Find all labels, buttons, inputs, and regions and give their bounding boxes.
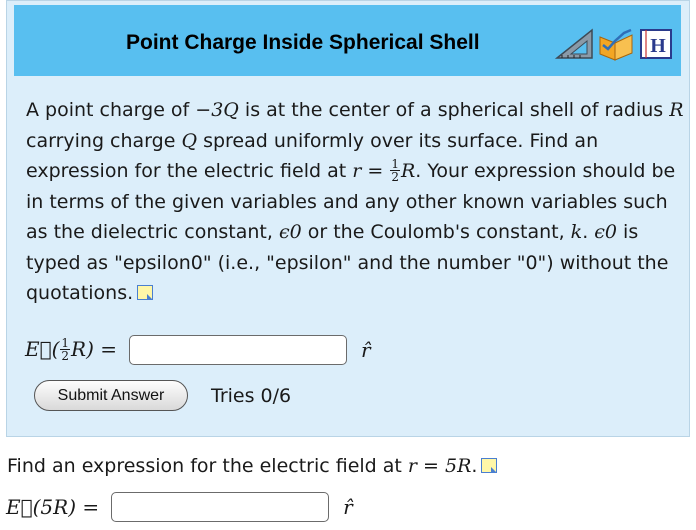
part1-answer-row: E⃗(1 2 R) = r̂ bbox=[25, 335, 371, 365]
r-equation: r = bbox=[352, 160, 390, 182]
coulomb-constant-symbol: k bbox=[570, 221, 583, 243]
part1-answer-input[interactable] bbox=[129, 335, 348, 365]
part1-label: E⃗(1 2 R) = bbox=[25, 337, 117, 363]
radius-symbol: R bbox=[669, 99, 684, 121]
epsilon-symbol: ϵ0 bbox=[594, 221, 618, 243]
fraction-half: 12 bbox=[390, 158, 400, 183]
hint-icon[interactable]: H bbox=[638, 27, 674, 61]
hint-icon-letter: H bbox=[650, 35, 666, 57]
problem-text-part: is at the center of a spherical shell of… bbox=[238, 99, 670, 121]
fraction-half: 12 bbox=[60, 337, 71, 363]
part2-answer-row: E⃗(5R) = r̂ bbox=[6, 492, 353, 522]
problem-text-part: . bbox=[582, 221, 595, 243]
problem-header: Point Charge Inside Spherical Shell H bbox=[14, 5, 681, 76]
triangle-ruler-icon[interactable] bbox=[554, 27, 596, 61]
radius-symbol: R bbox=[400, 160, 416, 182]
problem-text: A point charge of −3Q is at the center o… bbox=[26, 95, 686, 309]
field-symbol-tail: R) = bbox=[71, 337, 118, 361]
problem-title: Point Charge Inside Spherical Shell bbox=[126, 31, 480, 54]
problem-text-part: A point charge of bbox=[26, 99, 196, 121]
note-icon[interactable] bbox=[481, 458, 498, 473]
charge-value: −3Q bbox=[195, 99, 239, 121]
epsilon-symbol: ϵ0 bbox=[278, 221, 302, 243]
r-equation: r = 5R bbox=[407, 455, 472, 477]
problem-text-part: carrying charge bbox=[26, 129, 182, 152]
part2-answer-input[interactable] bbox=[111, 492, 330, 522]
charge-symbol: Q bbox=[181, 129, 198, 152]
tries-counter: Tries 0/6 bbox=[211, 385, 292, 407]
part2-question: Find an expression for the electric fiel… bbox=[7, 455, 498, 477]
field-symbol: E⃗( bbox=[25, 337, 60, 361]
note-icon[interactable] bbox=[137, 285, 154, 300]
book-orange-icon[interactable] bbox=[598, 27, 634, 61]
unit-vector-r-hat: r̂ bbox=[343, 495, 353, 519]
part2-text-part: Find an expression for the electric fiel… bbox=[7, 455, 408, 477]
part2-label: E⃗(5R) = bbox=[6, 495, 100, 519]
submit-answer-button[interactable]: Submit Answer bbox=[34, 380, 188, 411]
fraction-denominator: 2 bbox=[61, 349, 70, 363]
problem-panel: Point Charge Inside Spherical Shell H A … bbox=[6, 0, 690, 437]
part2-text-part: . bbox=[471, 455, 478, 477]
fraction-denominator: 2 bbox=[391, 170, 399, 184]
problem-text-part: or the Coulomb's constant, bbox=[301, 221, 571, 243]
unit-vector-r-hat: r̂ bbox=[361, 338, 371, 362]
